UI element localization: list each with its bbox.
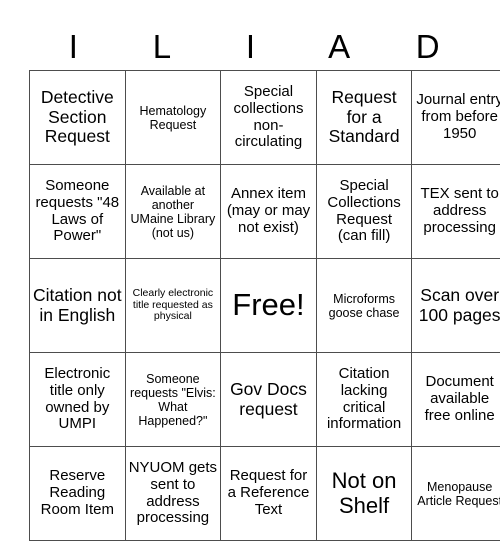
- bingo-card: I L I A D Detective Section Request Hema…: [29, 22, 500, 541]
- bingo-cell[interactable]: Special collections non-circulating: [220, 70, 317, 165]
- bingo-cell-label: Scan over 100 pages: [418, 284, 500, 325]
- bingo-row: Citation not in English Clearly electron…: [29, 258, 500, 353]
- bingo-cell[interactable]: Scan over 100 pages: [411, 258, 500, 353]
- bingo-cell[interactable]: Menopause Article Request: [411, 446, 500, 541]
- bingo-row: Reserve Reading Room Item NYUOM gets sen…: [29, 446, 500, 541]
- bingo-cell-label: Detective Section Request: [40, 87, 114, 147]
- bingo-cell-label: Request for a Reference Text: [227, 467, 310, 518]
- bingo-grid: Detective Section Request Hematology Req…: [29, 70, 500, 541]
- bingo-cell[interactable]: Request for a Standard: [315, 70, 413, 165]
- bingo-cell-label: Clearly electronic title requested as ph…: [132, 286, 214, 323]
- bingo-header: I L I A D: [29, 22, 472, 70]
- bingo-cell-label: Annex item (may or may not exist): [226, 185, 311, 236]
- bingo-cell-label: NYUOM gets sent to address processing: [128, 458, 218, 527]
- bingo-cell[interactable]: Annex item (may or may not exist): [220, 164, 317, 259]
- bingo-cell-free[interactable]: Free!: [220, 258, 317, 353]
- bingo-cell-label: Hematology Request: [139, 103, 207, 132]
- bingo-row: Detective Section Request Hematology Req…: [29, 70, 500, 165]
- bingo-cell[interactable]: Someone requests "Elvis: What Happened?": [124, 352, 222, 447]
- bingo-cell[interactable]: Reserve Reading Room Item: [29, 446, 126, 541]
- bingo-cell-label: Someone requests "48 Laws of Power": [35, 176, 120, 245]
- bingo-cell-label: Reserve Reading Room Item: [40, 467, 114, 518]
- bingo-cell-label: Free!: [232, 287, 305, 323]
- bingo-cell-label: Microforms goose chase: [328, 291, 400, 320]
- bingo-cell[interactable]: Available at another UMaine Library (not…: [124, 164, 222, 259]
- bingo-cell[interactable]: TEX sent to address processing: [411, 164, 500, 259]
- header-letter-2: I: [245, 27, 256, 65]
- bingo-cell-label: Citation not in English: [33, 284, 122, 325]
- bingo-cell[interactable]: Microforms goose chase: [315, 258, 413, 353]
- bingo-cell-label: Special Collections Request (can fill): [327, 176, 401, 245]
- bingo-cell-label: Someone requests "Elvis: What Happened?": [130, 371, 216, 428]
- bingo-cell-label: Special collections non-circulating: [233, 82, 304, 151]
- bingo-cell[interactable]: Clearly electronic title requested as ph…: [124, 258, 222, 353]
- bingo-cell-label: Electronic title only owned by UMPI: [44, 364, 111, 433]
- bingo-cell-label: Request for a Standard: [328, 87, 400, 147]
- bingo-cell-label: Journal entry from before 1950: [416, 91, 500, 142]
- bingo-cell[interactable]: Detective Section Request: [29, 70, 126, 165]
- bingo-cell[interactable]: Electronic title only owned by UMPI: [29, 352, 126, 447]
- bingo-cell[interactable]: Request for a Reference Text: [220, 446, 317, 541]
- bingo-row: Electronic title only owned by UMPI Some…: [29, 352, 500, 447]
- bingo-cell-label: TEX sent to address processing: [420, 185, 499, 236]
- bingo-cell[interactable]: Citation not in English: [29, 258, 126, 353]
- bingo-cell-label: Available at another UMaine Library (not…: [130, 183, 216, 240]
- bingo-cell-label: Gov Docs request: [230, 378, 307, 419]
- bingo-cell-label: Menopause Article Request: [417, 479, 500, 508]
- header-letter-4: D: [415, 27, 440, 65]
- bingo-cell-label: Document available free online: [424, 373, 495, 424]
- bingo-cell[interactable]: Gov Docs request: [220, 352, 317, 447]
- bingo-cell[interactable]: Citation lacking critical information: [315, 352, 413, 447]
- header-letter-0: I: [68, 27, 78, 65]
- bingo-cell[interactable]: Not on Shelf: [315, 446, 413, 541]
- bingo-cell[interactable]: Someone requests "48 Laws of Power": [29, 164, 126, 259]
- header-letter-3: A: [328, 27, 351, 65]
- bingo-cell-label: Not on Shelf: [331, 467, 397, 518]
- bingo-cell[interactable]: Hematology Request: [124, 70, 222, 165]
- bingo-cell-label: Citation lacking critical information: [326, 364, 402, 433]
- bingo-cell[interactable]: Document available free online: [411, 352, 500, 447]
- bingo-cell[interactable]: NYUOM gets sent to address processing: [124, 446, 222, 541]
- bingo-cell[interactable]: Journal entry from before 1950: [411, 70, 500, 165]
- bingo-row: Someone requests "48 Laws of Power" Avai…: [29, 164, 500, 259]
- header-letter-1: L: [152, 27, 172, 65]
- bingo-cell[interactable]: Special Collections Request (can fill): [315, 164, 413, 259]
